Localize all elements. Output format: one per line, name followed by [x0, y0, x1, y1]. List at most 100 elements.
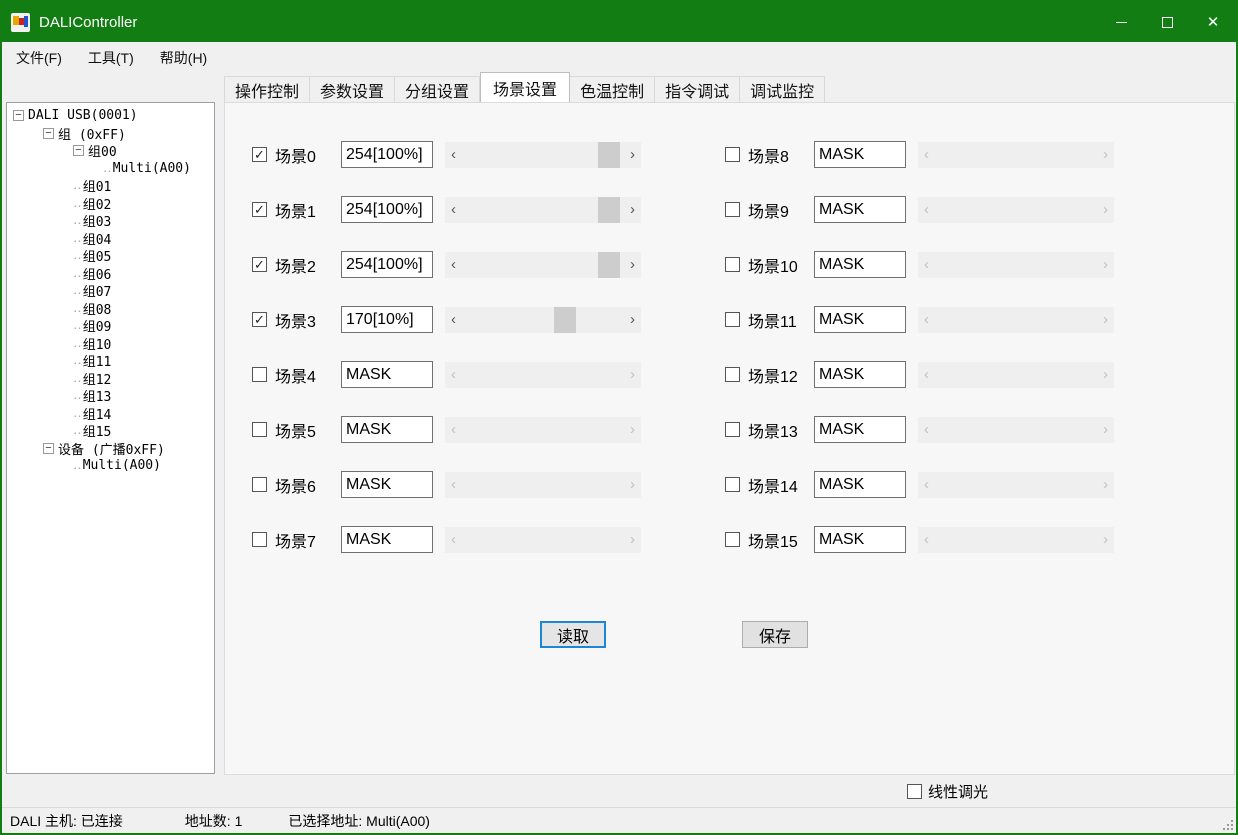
- scene-value-input[interactable]: [814, 526, 906, 553]
- tree-item[interactable]: ‥Multi(A00): [7, 457, 214, 475]
- tree-item[interactable]: 组 (0xFF): [7, 125, 214, 143]
- scene-checkbox[interactable]: [252, 147, 267, 162]
- scrollbar-thumb[interactable]: [554, 307, 576, 333]
- tree-item[interactable]: ‥组07: [7, 282, 214, 300]
- title-bar[interactable]: DALIController ✕: [2, 2, 1236, 42]
- scene-checkbox[interactable]: [725, 532, 740, 547]
- tree-item[interactable]: ‥组15: [7, 422, 214, 440]
- tree-connector: ‥: [103, 161, 111, 176]
- scene-checkbox[interactable]: [252, 477, 267, 492]
- scene-checkbox[interactable]: [725, 257, 740, 272]
- scroll-right-icon[interactable]: [624, 142, 641, 168]
- scrollbar-thumb[interactable]: [598, 197, 620, 223]
- tab-0[interactable]: 操作控制: [224, 76, 310, 102]
- menu-file[interactable]: 文件(F): [4, 44, 74, 72]
- scene-level-scrollbar[interactable]: [445, 197, 641, 223]
- linear-dimming-checkbox[interactable]: [907, 784, 922, 799]
- maximize-button[interactable]: [1144, 2, 1190, 42]
- scene-checkbox[interactable]: [252, 532, 267, 547]
- tree-collapse-icon[interactable]: [43, 128, 54, 139]
- tree-connector: ‥: [73, 406, 81, 421]
- scene-level-scrollbar[interactable]: [445, 252, 641, 278]
- scene-value-input[interactable]: [814, 251, 906, 278]
- tree-item[interactable]: ‥组06: [7, 265, 214, 283]
- read-button[interactable]: 读取: [540, 621, 606, 648]
- scene-checkbox[interactable]: [252, 422, 267, 437]
- scene-checkbox[interactable]: [725, 147, 740, 162]
- tab-5[interactable]: 指令调试: [655, 76, 740, 102]
- scroll-right-icon[interactable]: [624, 197, 641, 223]
- scene-checkbox[interactable]: [725, 477, 740, 492]
- scroll-right-icon[interactable]: [624, 307, 641, 333]
- scroll-left-icon[interactable]: [445, 307, 462, 333]
- scene-checkbox[interactable]: [252, 312, 267, 327]
- save-button[interactable]: 保存: [742, 621, 808, 648]
- close-button[interactable]: ✕: [1190, 2, 1236, 42]
- scene-checkbox[interactable]: [252, 367, 267, 382]
- scrollbar-thumb[interactable]: [598, 252, 620, 278]
- linear-dimming-option[interactable]: 线性调光: [907, 781, 988, 802]
- tree-item[interactable]: ‥组08: [7, 300, 214, 318]
- scene-value-input[interactable]: [814, 196, 906, 223]
- tab-6[interactable]: 调试监控: [740, 76, 825, 102]
- tree-item[interactable]: ‥组14: [7, 405, 214, 423]
- tree-item[interactable]: DALI USB(0001): [7, 107, 214, 125]
- menu-help[interactable]: 帮助(H): [148, 44, 219, 72]
- scene-value-input[interactable]: [814, 361, 906, 388]
- scene-value-input[interactable]: [341, 196, 433, 223]
- scene-checkbox[interactable]: [725, 367, 740, 382]
- tree-collapse-icon[interactable]: [43, 443, 54, 454]
- tree-item[interactable]: ‥组03: [7, 212, 214, 230]
- scene-checkbox[interactable]: [725, 202, 740, 217]
- scroll-left-icon[interactable]: [445, 142, 462, 168]
- scene-value-input[interactable]: [814, 416, 906, 443]
- scene-value-input[interactable]: [341, 141, 433, 168]
- tree-collapse-icon[interactable]: [13, 110, 24, 121]
- scene-value-input[interactable]: [341, 416, 433, 443]
- scene-checkbox[interactable]: [725, 312, 740, 327]
- scene-value-input[interactable]: [341, 471, 433, 498]
- resize-grip-icon[interactable]: [1223, 820, 1233, 830]
- scene-value-input[interactable]: [341, 361, 433, 388]
- tree-item[interactable]: ‥组13: [7, 387, 214, 405]
- scene-value-input[interactable]: [814, 306, 906, 333]
- scene-checkbox[interactable]: [252, 202, 267, 217]
- tree-item[interactable]: ‥Multi(A00): [7, 160, 214, 178]
- scroll-left-icon[interactable]: [445, 252, 462, 278]
- tree-item-label: Multi(A00): [113, 161, 191, 176]
- tree-item[interactable]: ‥组10: [7, 335, 214, 353]
- tab-3[interactable]: 场景设置: [480, 72, 570, 102]
- menu-tools[interactable]: 工具(T): [76, 44, 146, 72]
- scene-value-input[interactable]: [814, 471, 906, 498]
- scene-value-input[interactable]: [341, 251, 433, 278]
- tree-item[interactable]: ‥组11: [7, 352, 214, 370]
- scroll-right-icon[interactable]: [624, 252, 641, 278]
- tree-item[interactable]: ‥组12: [7, 370, 214, 388]
- tree-collapse-icon[interactable]: [73, 145, 84, 156]
- tree-item[interactable]: 设备 (广播0xFF): [7, 440, 214, 458]
- scene-checkbox[interactable]: [252, 257, 267, 272]
- tree-connector: ‥: [73, 458, 81, 473]
- tree-item[interactable]: ‥组05: [7, 247, 214, 265]
- tree-item[interactable]: ‥组02: [7, 195, 214, 213]
- tree-item[interactable]: 组00: [7, 142, 214, 160]
- scroll-left-icon: [918, 417, 935, 443]
- scene-level-scrollbar[interactable]: [445, 142, 641, 168]
- scene-level-scrollbar[interactable]: [445, 307, 641, 333]
- minimize-button[interactable]: [1098, 2, 1144, 42]
- scene-checkbox[interactable]: [725, 422, 740, 437]
- tree-connector: ‥: [73, 213, 81, 228]
- tree-item-label: 组13: [83, 386, 112, 405]
- tab-1[interactable]: 参数设置: [310, 76, 395, 102]
- tab-2[interactable]: 分组设置: [395, 76, 480, 102]
- tree-item[interactable]: ‥组04: [7, 230, 214, 248]
- tree-item[interactable]: ‥组01: [7, 177, 214, 195]
- scrollbar-thumb[interactable]: [598, 142, 620, 168]
- tree-item[interactable]: ‥组09: [7, 317, 214, 335]
- scene-value-input[interactable]: [341, 306, 433, 333]
- tab-4[interactable]: 色温控制: [570, 76, 655, 102]
- scene-value-input[interactable]: [341, 526, 433, 553]
- scene-label: 场景12: [748, 363, 814, 387]
- scroll-left-icon[interactable]: [445, 197, 462, 223]
- scene-value-input[interactable]: [814, 141, 906, 168]
